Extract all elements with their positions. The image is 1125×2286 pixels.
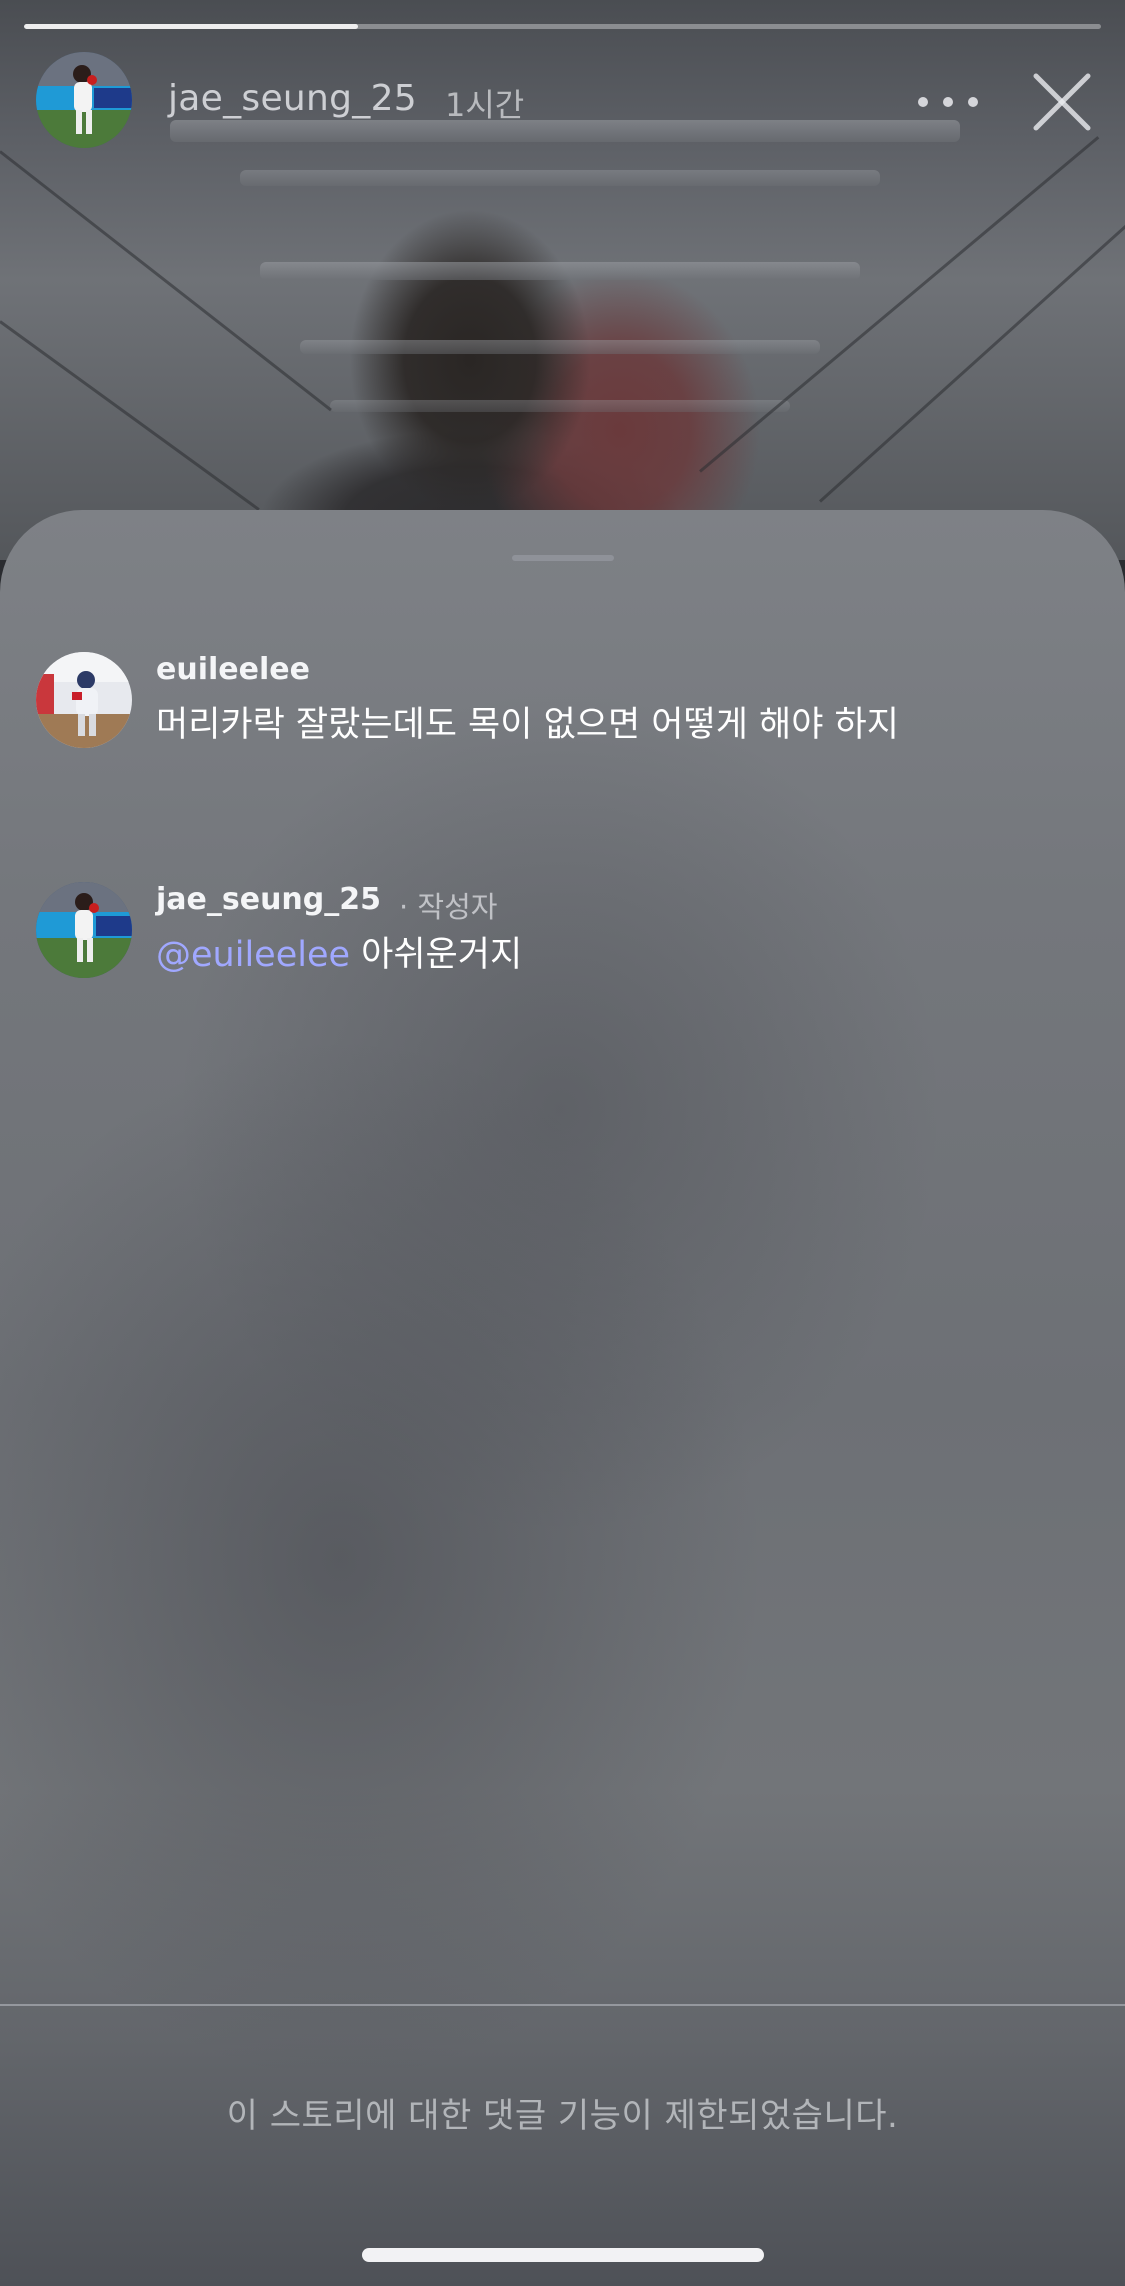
close-x-icon [1033, 73, 1091, 131]
avatar-image [36, 52, 132, 148]
avatar[interactable] [36, 652, 132, 748]
comments-restricted-notice: 이 스토리에 대한 댓글 기능이 제한되었습니다. [226, 2096, 899, 2136]
author-badge: · 작성자 [399, 890, 498, 924]
sheet-drag-handle[interactable] [512, 555, 614, 561]
more-options-button[interactable] [918, 92, 978, 112]
avatar[interactable] [36, 882, 132, 978]
avatar-image [36, 652, 132, 748]
story-timestamp: 1시간 [445, 86, 525, 124]
mention-link[interactable]: @euileelee [156, 935, 350, 975]
comment-item: euileelee 머리카락 잘랐는데도 목이 없으면 어떻게 해야 하지 [36, 652, 1096, 752]
story-comments-screen: jae_seung_25 1시간 euileelee 머리카락 잘랐는데도 목이… [0, 0, 1125, 2286]
more-horizontal-icon [918, 97, 928, 107]
story-progress-fill [24, 24, 358, 29]
comment-text: 머리카락 잘랐는데도 목이 없으면 어떻게 해야 하지 [156, 705, 899, 745]
comment-username[interactable]: jae_seung_25 [156, 882, 381, 917]
divider [0, 2004, 1125, 2006]
story-username[interactable]: jae_seung_25 [168, 78, 417, 119]
avatar[interactable] [36, 52, 132, 148]
more-dot [943, 97, 953, 107]
story-header: jae_seung_25 1시간 [36, 52, 1096, 152]
comment-text: @euileelee 아쉬운거지 [156, 926, 522, 977]
more-dot [968, 97, 978, 107]
story-progress-bar [24, 24, 1101, 29]
avatar-image [36, 882, 132, 978]
comment-body: 아쉬운거지 [350, 935, 523, 975]
comment-username[interactable]: euileelee [156, 652, 310, 687]
comments-sheet: euileelee 머리카락 잘랐는데도 목이 없으면 어떻게 해야 하지 ja… [0, 510, 1125, 2286]
comment-item: jae_seung_25 · 작성자 @euileelee 아쉬운거지 [36, 882, 1096, 982]
home-indicator[interactable] [362, 2248, 764, 2262]
close-button[interactable] [1030, 70, 1094, 134]
